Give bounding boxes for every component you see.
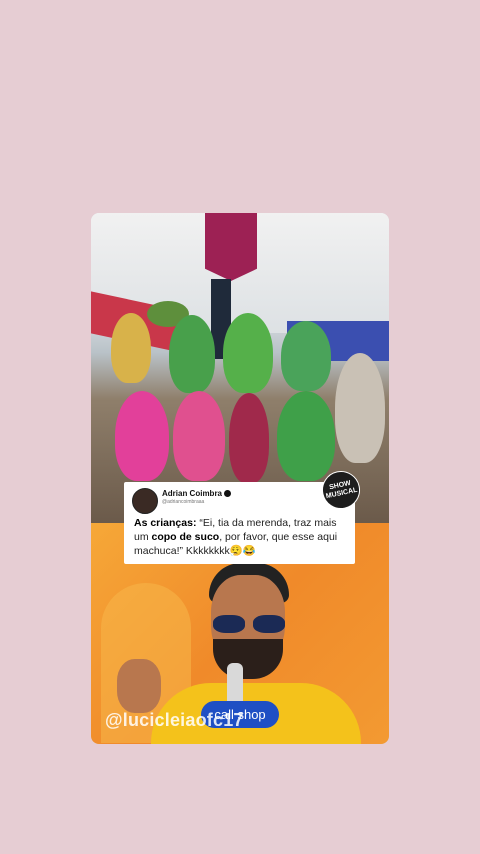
tweet-text: As crianças: “Ei, tia da merenda, traz m…	[134, 516, 348, 558]
child-figure	[223, 313, 273, 393]
verified-icon	[224, 490, 231, 497]
child-figure	[115, 391, 169, 481]
author-name: Adrian Coimbra	[162, 489, 223, 498]
child-figure	[335, 353, 385, 463]
author-avatar	[132, 488, 158, 514]
child-figure	[281, 321, 331, 391]
caption-bold: copo de suco	[151, 531, 220, 543]
pointing-hand	[117, 659, 161, 713]
child-figure	[229, 393, 269, 483]
username-watermark: @lucicleiaofc17	[105, 710, 244, 730]
child-figure	[169, 315, 215, 393]
festival-banner	[205, 213, 257, 281]
child-figure	[173, 391, 225, 481]
sunglasses	[211, 615, 287, 633]
singer-beard	[213, 639, 283, 679]
author-handle: @adriancoimbraaa	[162, 499, 205, 505]
child-figure	[111, 313, 151, 383]
caption-lead: As crianças:	[134, 517, 197, 529]
tweet-card: Adrian Coimbra @adriancoimbraaa As crian…	[124, 482, 355, 564]
child-figure	[277, 391, 335, 481]
